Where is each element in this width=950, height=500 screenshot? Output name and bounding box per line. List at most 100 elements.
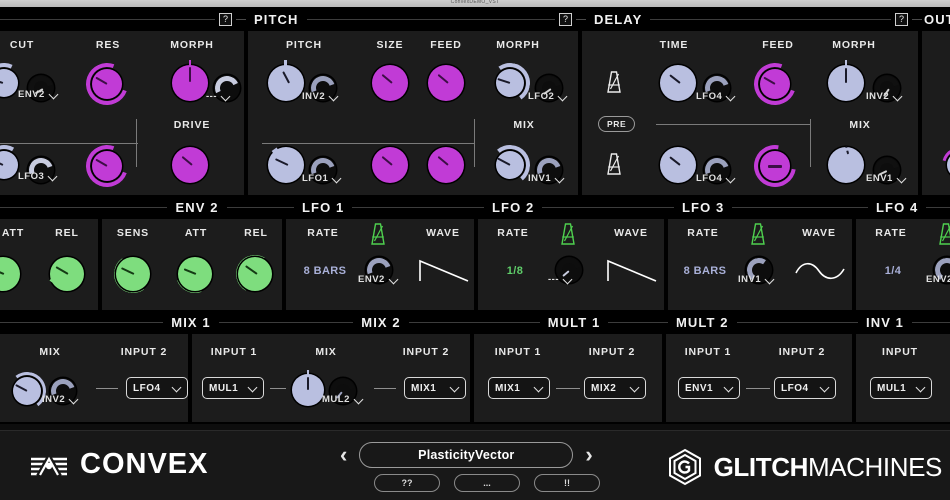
preset-menu-button[interactable]: ... <box>454 474 520 492</box>
chevron-down-icon[interactable] <box>727 175 735 183</box>
knob-size-row2[interactable] <box>372 147 408 183</box>
metronome-icon-row1[interactable] <box>606 71 622 93</box>
chevron-down-icon[interactable] <box>766 276 774 284</box>
chevron-down-icon[interactable] <box>50 91 58 99</box>
knob-sens-env2[interactable] <box>110 251 156 297</box>
mod-source-time-row1[interactable]: LFO4 <box>696 91 735 102</box>
chevron-down-icon[interactable] <box>173 384 181 392</box>
knob-drive-row2[interactable] <box>172 147 208 183</box>
randomize-partial-button[interactable]: ?? <box>374 474 440 492</box>
mod-source-mix2[interactable]: MUL2 <box>322 394 363 405</box>
waveform-sine-lfo3[interactable] <box>794 259 846 283</box>
rate-value-lfo1[interactable]: 8 BARS <box>292 265 358 277</box>
mod-source-morph-row1[interactable]: --- <box>206 91 230 102</box>
chevron-down-icon[interactable] <box>535 384 543 392</box>
input2-select-mult1[interactable]: MIX2 <box>584 377 646 399</box>
knob-mix-mix1[interactable] <box>5 369 49 413</box>
chevron-down-icon[interactable] <box>49 173 57 181</box>
chevron-down-icon[interactable] <box>556 175 564 183</box>
knob-pitch-row1[interactable] <box>268 60 304 101</box>
mod-source-mix-pitch-row2[interactable]: INV1 <box>528 173 564 184</box>
header-delay: DELAY ? <box>586 7 922 31</box>
mod-source-lfo2[interactable]: --- <box>548 274 572 285</box>
knob-time-row1[interactable] <box>660 65 696 101</box>
mod-source-pitch-row1[interactable]: INV2 <box>302 91 338 102</box>
mod-source-morph-pitch-row1[interactable]: LFO2 <box>528 91 567 102</box>
rate-value-lfo3[interactable]: 8 BARS <box>672 265 738 277</box>
preset-name-field[interactable]: PlasticityVector <box>359 442 574 468</box>
mod-source-cut-row2[interactable]: LFO3 <box>18 171 57 182</box>
mod-source-lfo3[interactable]: INV1 <box>738 274 774 285</box>
chevron-down-icon[interactable] <box>333 175 341 183</box>
chevron-down-icon[interactable] <box>451 384 459 392</box>
knob-res-row1[interactable] <box>79 56 135 112</box>
mod-source-lfo1[interactable]: ENV2 <box>358 274 398 285</box>
input2-select-mix1[interactable]: LFO4 <box>126 377 188 399</box>
knob-res-row2[interactable] <box>79 138 135 194</box>
knob-feed-delay-row1[interactable] <box>747 56 803 112</box>
knob-size-row1[interactable] <box>372 65 408 101</box>
metronome-icon-lfo4[interactable] <box>938 223 950 245</box>
metronome-icon-lfo2[interactable] <box>560 223 576 245</box>
chevron-down-icon[interactable] <box>355 396 363 404</box>
chevron-down-icon[interactable] <box>727 93 735 101</box>
input-select-inv1[interactable]: MUL1 <box>870 377 932 399</box>
knob-att-env1[interactable] <box>0 257 20 291</box>
chevron-down-icon[interactable] <box>898 175 906 183</box>
metronome-icon-row2[interactable] <box>606 153 622 175</box>
metronome-icon-lfo3[interactable] <box>750 223 766 245</box>
chevron-down-icon[interactable] <box>390 276 398 284</box>
chevron-down-icon[interactable] <box>917 384 925 392</box>
randomize-all-button[interactable]: !! <box>534 474 600 492</box>
chevron-down-icon[interactable] <box>559 93 567 101</box>
chevron-down-icon[interactable] <box>894 93 902 101</box>
waveform-ramp-lfo1[interactable] <box>418 257 470 285</box>
chevron-down-icon[interactable] <box>821 384 829 392</box>
knob-att-env2[interactable] <box>169 248 221 300</box>
preset-next-button[interactable]: › <box>585 444 592 466</box>
mod-source-pitch-row2[interactable]: LFO1 <box>302 173 341 184</box>
rate-value-lfo4[interactable]: 1/4 <box>860 265 926 277</box>
chevron-down-icon[interactable] <box>70 396 78 404</box>
chevron-down-icon[interactable] <box>631 384 639 392</box>
chevron-down-icon[interactable] <box>249 384 257 392</box>
waveform-ramp-lfo2[interactable] <box>606 257 658 285</box>
mod-source-lfo4[interactable]: ENV2 <box>926 274 950 285</box>
knob-morph-row1[interactable] <box>172 60 208 101</box>
knob-feed-row2[interactable] <box>428 147 464 183</box>
metronome-icon-lfo1[interactable] <box>370 223 386 245</box>
input2-select-mix2[interactable]: MIX1 <box>404 377 466 399</box>
knob-mix-pitch-row2[interactable] <box>488 143 532 187</box>
input1-select-mix2[interactable]: MUL1 <box>202 377 264 399</box>
knob-feed-delay-row2[interactable] <box>745 136 805 196</box>
knob-out-row2[interactable] <box>935 140 950 190</box>
knob-pitch-row2[interactable] <box>268 147 304 183</box>
mod-source-time-row2[interactable]: LFO4 <box>696 173 735 184</box>
help-button-pitch[interactable]: ? <box>559 12 572 26</box>
pre-toggle-button[interactable]: PRE <box>598 116 636 132</box>
chevron-down-icon[interactable] <box>330 93 338 101</box>
mod-source-cut-row1[interactable]: ENV2 <box>18 89 58 100</box>
knob-mix-mix2[interactable] <box>292 370 324 406</box>
mod-source-mix1[interactable]: INV2 <box>42 394 78 405</box>
mod-source-label: LFO3 <box>18 171 45 182</box>
chevron-down-icon[interactable] <box>564 276 572 284</box>
chevron-down-icon[interactable] <box>222 93 230 101</box>
input2-select-mult2[interactable]: LFO4 <box>774 377 836 399</box>
mod-source-morph-delay-row1[interactable]: INV2 <box>866 91 902 102</box>
knob-rel-env1[interactable] <box>49 257 84 291</box>
help-button-filter[interactable]: ? <box>219 12 232 26</box>
chevron-down-icon[interactable] <box>725 384 733 392</box>
help-button-delay[interactable]: ? <box>895 12 908 26</box>
knob-morph-delay-row1[interactable] <box>828 60 864 101</box>
knob-morph-pitch-row1[interactable] <box>486 59 534 107</box>
input1-select-mult1[interactable]: MIX1 <box>488 377 550 399</box>
knob-time-row2[interactable] <box>660 147 696 183</box>
knob-mix-delay-row2[interactable] <box>828 146 864 183</box>
mod-source-mix-delay-row2[interactable]: ENV1 <box>866 173 906 184</box>
input1-select-mult2[interactable]: ENV1 <box>678 377 740 399</box>
rate-value-lfo2[interactable]: 1/8 <box>482 265 548 277</box>
preset-prev-button[interactable]: ‹ <box>340 444 347 466</box>
knob-rel-env2[interactable] <box>231 250 279 298</box>
knob-feed-row1[interactable] <box>428 65 464 101</box>
